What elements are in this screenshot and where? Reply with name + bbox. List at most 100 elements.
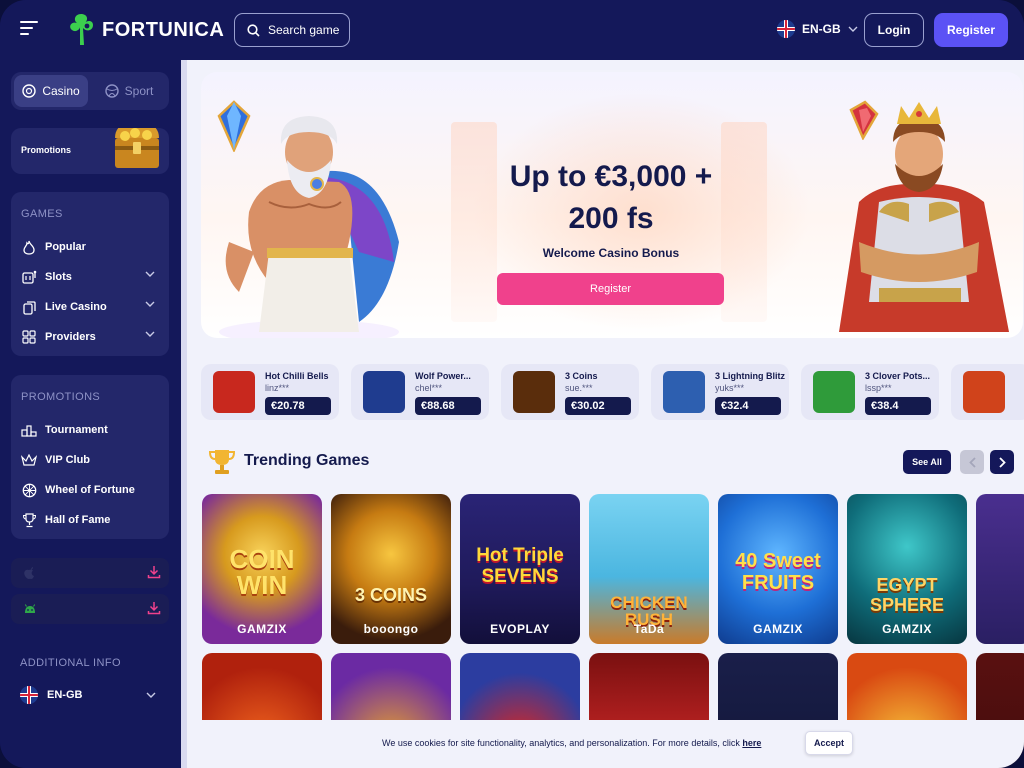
game-provider: booongo bbox=[363, 622, 419, 636]
games-section-title: GAMES bbox=[21, 208, 63, 220]
game-provider: GAMZIX bbox=[237, 622, 287, 636]
sidebar-item-wheel-of-fortune[interactable]: Wheel of Fortune bbox=[11, 475, 169, 505]
winner-card[interactable]: 3 Clover Pots... lssp*** €38.4 bbox=[801, 364, 939, 420]
winner-card[interactable]: Wolf Power... chel*** €88.68 bbox=[351, 364, 489, 420]
trending-header: Trending Games See All bbox=[201, 444, 1023, 480]
winner-card[interactable] bbox=[951, 364, 1024, 420]
cookie-details-link[interactable]: here bbox=[742, 738, 761, 748]
sidebar-item-vip-club-label: VIP Club bbox=[45, 454, 91, 466]
game-tile[interactable]: 40 Sweet FRUITS GAMZIX bbox=[718, 494, 838, 644]
ruby-gem-icon bbox=[849, 100, 879, 140]
search-icon bbox=[247, 23, 260, 37]
sidebar-item-tournament-label: Tournament bbox=[45, 424, 108, 436]
uk-flag-icon bbox=[20, 686, 38, 704]
accept-cookies-button[interactable]: Accept bbox=[805, 731, 853, 755]
ball-icon bbox=[104, 84, 119, 98]
search-button[interactable]: Search game bbox=[234, 13, 350, 47]
sidebar-item-popular-label: Popular bbox=[45, 241, 86, 253]
grid-icon bbox=[22, 330, 36, 344]
game-tile[interactable] bbox=[976, 494, 1024, 644]
sidebar: Casino Sport Promotions GAMES Popular Sl… bbox=[0, 60, 181, 768]
trophy-icon bbox=[22, 512, 36, 527]
menu-toggle-icon[interactable] bbox=[20, 21, 38, 37]
chevron-down-icon bbox=[145, 331, 155, 337]
uk-flag-icon bbox=[777, 20, 795, 38]
game-tile[interactable]: COIN WIN GAMZIX bbox=[202, 494, 322, 644]
chevron-down-icon bbox=[848, 26, 858, 32]
ios-app-download[interactable] bbox=[11, 558, 169, 588]
app-frame: FORTUNICA Search game EN-GB Login Regist… bbox=[0, 0, 1024, 768]
cards-icon bbox=[22, 300, 36, 315]
next-arrow-button[interactable] bbox=[990, 450, 1014, 474]
sidebar-item-hall-of-fame-label: Hall of Fame bbox=[45, 514, 111, 526]
winner-amount: €38.4 bbox=[865, 397, 931, 415]
promotions-card-label: Promotions bbox=[21, 145, 72, 155]
game-title: COIN WIN bbox=[229, 544, 295, 600]
winner-amount: €88.68 bbox=[415, 397, 481, 415]
sidebar-language-selector[interactable]: EN-GB bbox=[20, 686, 160, 704]
winner-card[interactable]: 3 Lightning Blitz yuks*** €32.4 bbox=[651, 364, 789, 420]
sidebar-item-slots[interactable]: Slots bbox=[11, 262, 169, 292]
game-tile[interactable]: CHICKEN RUSH TaDa bbox=[589, 494, 709, 644]
chevron-right-icon bbox=[998, 456, 1006, 468]
game-title: 40 Sweet FRUITS bbox=[735, 550, 821, 594]
winner-game-name: 3 Lightning Blitz bbox=[715, 371, 785, 381]
trending-title: Trending Games bbox=[244, 452, 370, 469]
sidebar-item-popular[interactable]: Popular bbox=[11, 232, 169, 262]
sidebar-item-vip-club[interactable]: VIP Club bbox=[11, 445, 169, 475]
winner-game-name: 3 Coins bbox=[565, 371, 598, 381]
prev-arrow-button[interactable] bbox=[960, 450, 984, 474]
cookie-text: We use cookies for site functionality, a… bbox=[382, 738, 761, 748]
game-provider: GAMZIX bbox=[882, 622, 932, 636]
clover-logo-icon bbox=[70, 14, 93, 45]
sidebar-item-live-casino-label: Live Casino bbox=[45, 301, 107, 313]
flame-icon bbox=[23, 240, 35, 255]
winner-user: linz*** bbox=[265, 383, 290, 393]
winner-user: lssp*** bbox=[865, 383, 892, 393]
slot-machine-icon bbox=[21, 270, 36, 284]
logo[interactable]: FORTUNICA bbox=[66, 12, 224, 48]
language-selector[interactable]: EN-GB bbox=[777, 20, 858, 38]
game-tile[interactable]: EGYPT SPHERE GAMZIX bbox=[847, 494, 967, 644]
sidebar-item-providers[interactable]: Providers bbox=[11, 322, 169, 352]
winner-user: yuks*** bbox=[715, 383, 745, 393]
tab-casino[interactable]: Casino bbox=[14, 75, 88, 107]
sidebar-item-providers-label: Providers bbox=[45, 331, 96, 343]
game-title: EGYPT SPHERE bbox=[869, 575, 945, 615]
additional-info-title: ADDITIONAL INFO bbox=[20, 657, 121, 669]
promotions-card[interactable]: Promotions bbox=[11, 128, 169, 174]
register-button[interactable]: Register bbox=[934, 13, 1008, 47]
sidebar-item-tournament[interactable]: Tournament bbox=[11, 415, 169, 445]
game-tile[interactable]: Hot Triple SEVENS EVOPLAY bbox=[460, 494, 580, 644]
podium-icon bbox=[21, 425, 37, 437]
tab-sport-label: Sport bbox=[124, 84, 154, 98]
tab-sport[interactable]: Sport bbox=[92, 75, 166, 107]
game-tile[interactable]: 3 COINS booongo bbox=[331, 494, 451, 644]
gold-trophy-icon bbox=[209, 450, 235, 474]
hero-title-line2: 200 fs bbox=[568, 202, 654, 235]
sidebar-item-slots-label: Slots bbox=[45, 271, 72, 283]
winner-game-name: 3 Clover Pots... bbox=[865, 371, 931, 381]
promotions-section-title: PROMOTIONS bbox=[21, 391, 101, 403]
download-icon bbox=[147, 566, 161, 579]
winner-game-thumbnail bbox=[513, 371, 555, 413]
sidebar-item-live-casino[interactable]: Live Casino bbox=[11, 292, 169, 322]
diamond-gem-icon bbox=[217, 100, 251, 152]
login-button[interactable]: Login bbox=[864, 13, 924, 47]
games-panel: GAMES Popular Slots Live Casino Provider… bbox=[11, 192, 169, 356]
android-app-download[interactable] bbox=[11, 594, 169, 624]
winner-game-name: Hot Chilli Bells bbox=[265, 371, 329, 381]
winner-card[interactable]: Hot Chilli Bells linz*** €20.78 bbox=[201, 364, 339, 420]
sidebar-item-hall-of-fame[interactable]: Hall of Fame bbox=[11, 505, 169, 535]
see-all-button[interactable]: See All bbox=[903, 450, 951, 474]
search-label: Search game bbox=[268, 23, 340, 37]
language-label: EN-GB bbox=[802, 22, 841, 36]
crown-icon bbox=[21, 454, 37, 466]
chevron-down-icon bbox=[146, 692, 156, 698]
hero-register-button[interactable]: Register bbox=[497, 273, 724, 305]
winner-game-thumbnail bbox=[213, 371, 255, 413]
winner-card[interactable]: 3 Coins sue.*** €30.02 bbox=[501, 364, 639, 420]
game-title: 3 COINS bbox=[354, 585, 428, 605]
apple-icon bbox=[24, 567, 34, 579]
tab-casino-label: Casino bbox=[42, 84, 80, 98]
